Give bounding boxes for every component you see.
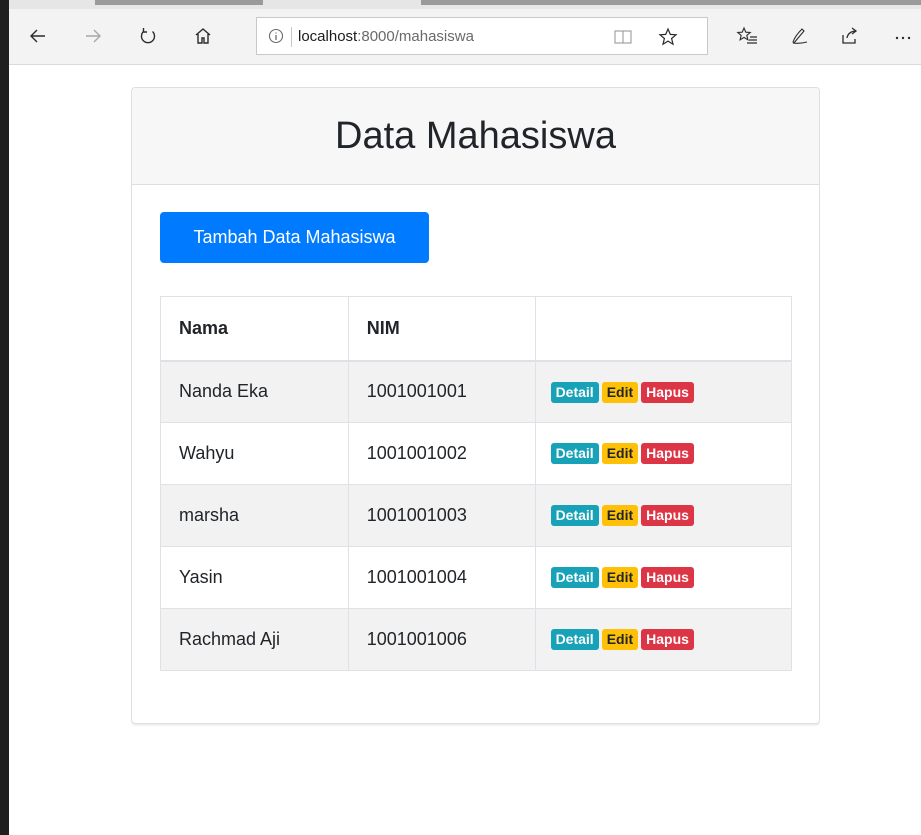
cell-nim: 1001001001 bbox=[347, 360, 536, 423]
cell-nim: 1001001006 bbox=[347, 608, 536, 671]
delete-button[interactable]: Hapus bbox=[641, 381, 694, 403]
edit-button[interactable]: Edit bbox=[601, 443, 639, 465]
add-mahasiswa-button[interactable]: Tambah Data Mahasiswa bbox=[160, 212, 429, 263]
cell-nama: Yasin bbox=[160, 546, 349, 609]
delete-button[interactable]: Hapus bbox=[641, 505, 694, 527]
cell-actions: Detail Edit Hapus bbox=[534, 608, 793, 671]
table-header-row: Nama NIM bbox=[160, 296, 793, 362]
mahasiswa-card: Data Mahasiswa Tambah Data Mahasiswa Nam… bbox=[131, 87, 820, 724]
browser-toolbar: localhost:8000/mahasiswa bbox=[9, 9, 921, 65]
cell-nim: 1001001004 bbox=[347, 546, 536, 609]
delete-button[interactable]: Hapus bbox=[641, 567, 694, 589]
detail-button[interactable]: Detail bbox=[550, 505, 599, 527]
table-row: marsha 1001001003 Detail Edit Hapus bbox=[160, 484, 793, 547]
card-header: Data Mahasiswa bbox=[132, 88, 819, 185]
forward-arrow-icon[interactable] bbox=[79, 21, 107, 51]
mahasiswa-table: Nama NIM Nanda Eka 1001001001 Detail Edit… bbox=[160, 296, 793, 671]
cell-actions: Detail Edit Hapus bbox=[534, 360, 793, 423]
table-row: Nanda Eka 1001001001 Detail Edit Hapus bbox=[160, 360, 793, 423]
pen-icon[interactable] bbox=[786, 21, 814, 51]
tab-strip bbox=[9, 0, 921, 9]
table-row: Wahyu 1001001002 Detail Edit Hapus bbox=[160, 422, 793, 485]
edit-button[interactable]: Edit bbox=[601, 505, 639, 527]
cell-actions: Detail Edit Hapus bbox=[534, 422, 793, 485]
cell-nama: Nanda Eka bbox=[160, 360, 349, 423]
favorites-list-icon[interactable] bbox=[733, 21, 761, 51]
reading-view-icon[interactable] bbox=[613, 27, 633, 47]
cell-nama: Rachmad Aji bbox=[160, 608, 349, 671]
tab-segment[interactable] bbox=[421, 0, 921, 5]
edit-button[interactable]: Edit bbox=[601, 629, 639, 651]
share-icon[interactable] bbox=[836, 21, 864, 51]
column-header-nama: Nama bbox=[160, 296, 349, 362]
table-row: Rachmad Aji 1001001006 Detail Edit Hapus bbox=[160, 608, 793, 671]
back-arrow-icon[interactable] bbox=[24, 21, 52, 51]
table-row: Yasin 1001001004 Detail Edit Hapus bbox=[160, 546, 793, 609]
address-bar[interactable]: localhost:8000/mahasiswa bbox=[256, 17, 708, 55]
edit-button[interactable]: Edit bbox=[601, 381, 639, 403]
cell-nama: marsha bbox=[160, 484, 349, 547]
star-icon[interactable] bbox=[657, 26, 679, 48]
tab-segment[interactable] bbox=[95, 0, 263, 5]
info-icon[interactable] bbox=[267, 27, 285, 45]
page-title: Data Mahasiswa bbox=[335, 115, 616, 157]
cell-nama: Wahyu bbox=[160, 422, 349, 485]
window-frame-edge bbox=[0, 0, 9, 835]
edit-button[interactable]: Edit bbox=[601, 567, 639, 589]
detail-button[interactable]: Detail bbox=[550, 443, 599, 465]
column-header-actions bbox=[534, 296, 793, 362]
more-icon[interactable] bbox=[889, 21, 917, 51]
url-path: :8000/mahasiswa bbox=[357, 28, 474, 45]
detail-button[interactable]: Detail bbox=[550, 381, 599, 403]
address-separator bbox=[291, 27, 292, 47]
cell-actions: Detail Edit Hapus bbox=[534, 484, 793, 547]
url-host: localhost bbox=[298, 28, 358, 45]
delete-button[interactable]: Hapus bbox=[641, 443, 694, 465]
column-header-nim: NIM bbox=[347, 296, 536, 362]
home-icon[interactable] bbox=[189, 21, 217, 51]
refresh-icon[interactable] bbox=[134, 21, 162, 51]
url-text[interactable]: localhost:8000/mahasiswa bbox=[298, 27, 474, 47]
detail-button[interactable]: Detail bbox=[550, 629, 599, 651]
cell-actions: Detail Edit Hapus bbox=[534, 546, 793, 609]
cell-nim: 1001001003 bbox=[347, 484, 536, 547]
cell-nim: 1001001002 bbox=[347, 422, 536, 485]
delete-button[interactable]: Hapus bbox=[641, 629, 694, 651]
detail-button[interactable]: Detail bbox=[550, 567, 599, 589]
